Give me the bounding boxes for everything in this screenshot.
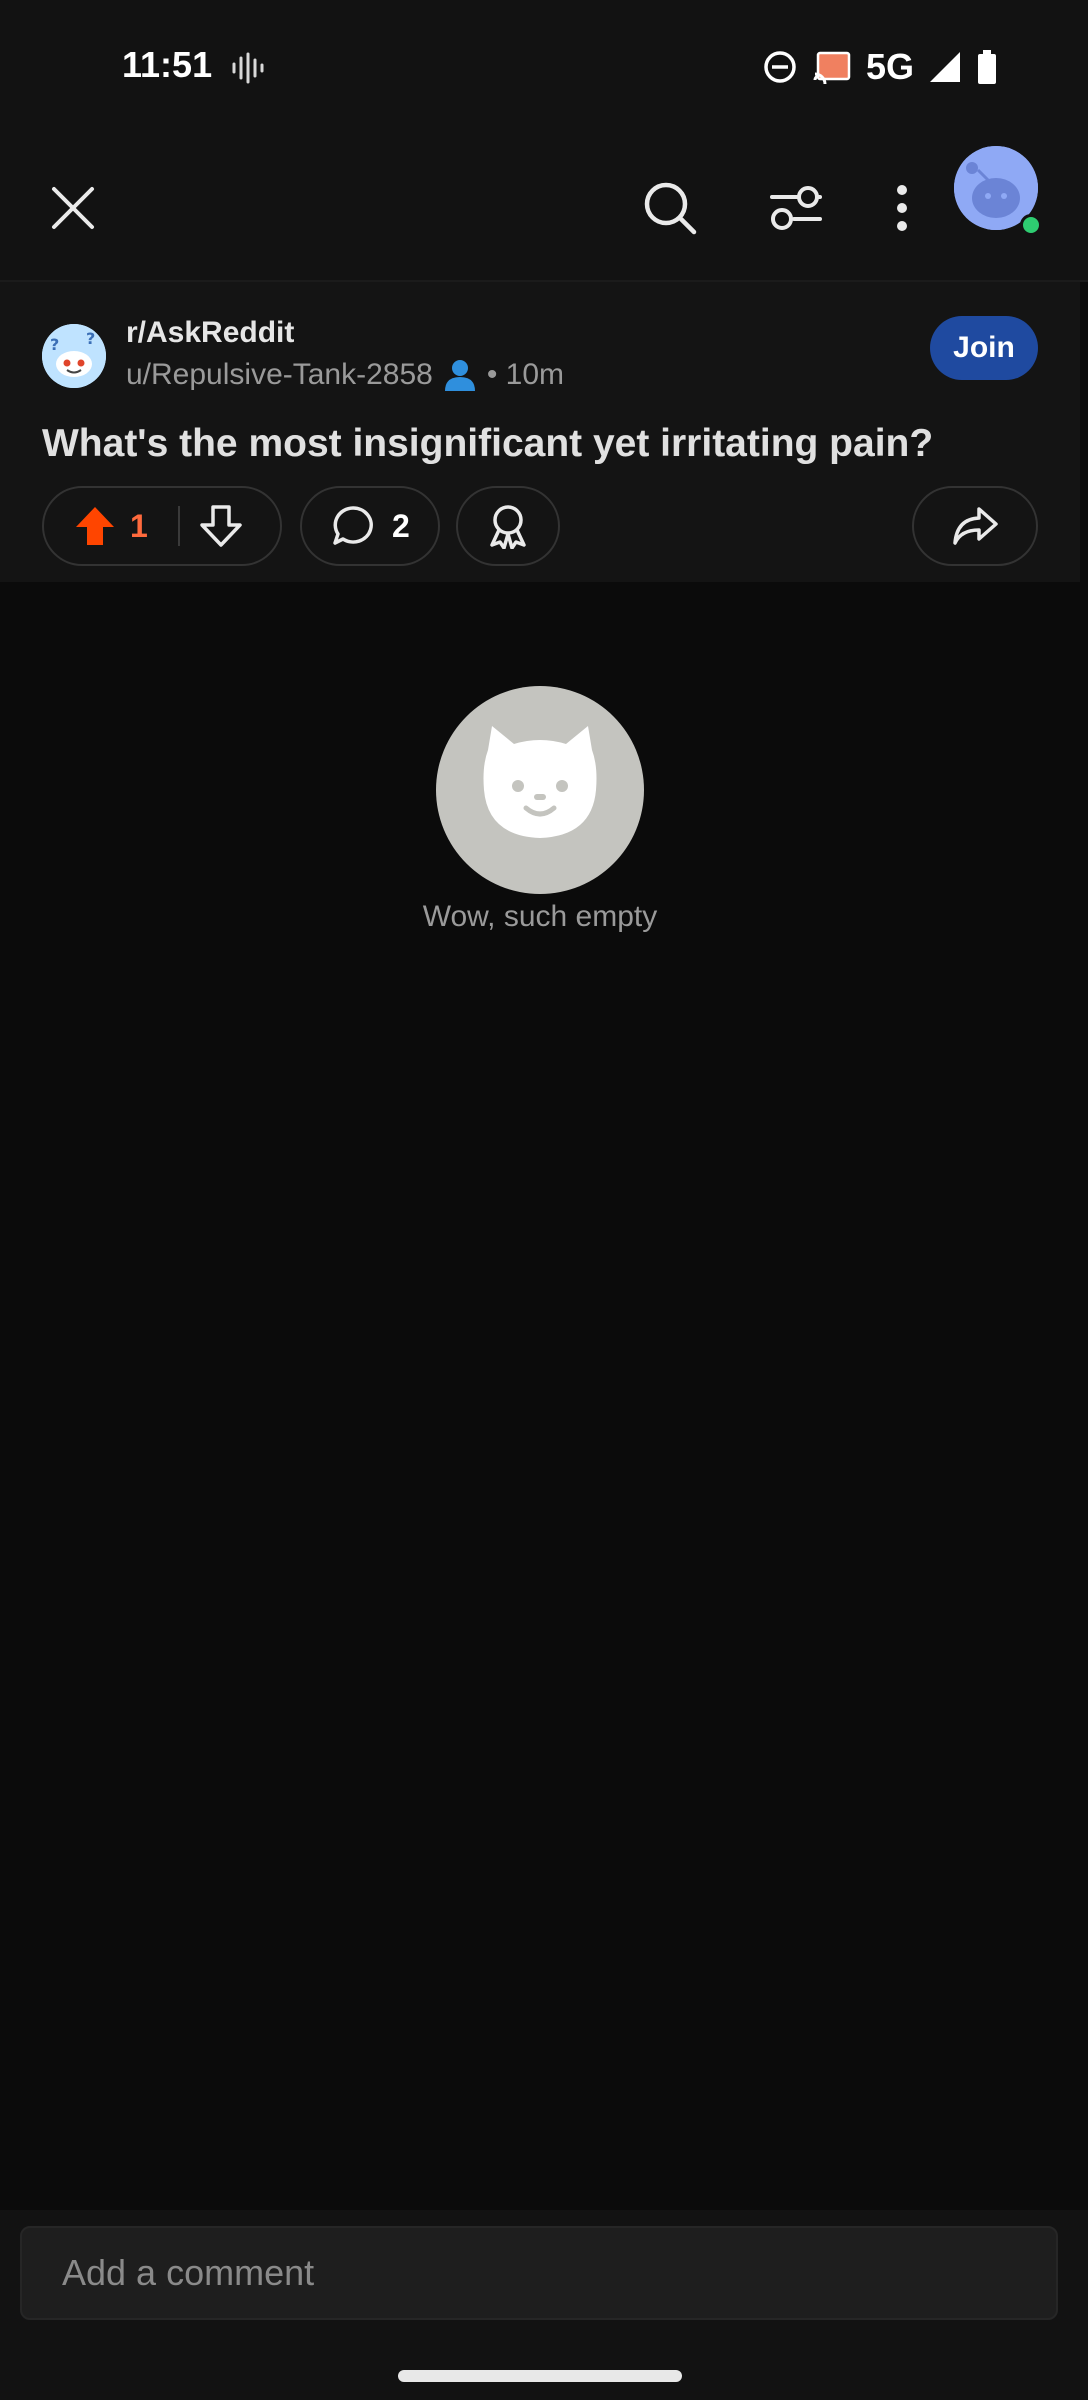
comments-button[interactable]: 2: [300, 486, 440, 566]
post-meta: u/Repulsive-Tank-2858 • 10m: [126, 358, 564, 392]
search-icon: [644, 182, 697, 235]
comment-composer-bar: [0, 2210, 1088, 2400]
post-detail-screen: 11:51 5G ? ? r/AskReddit u/Repulsive-Tan…: [0, 0, 1088, 2400]
status-bar: 11:51 5G: [0, 0, 1088, 130]
home-indicator[interactable]: [398, 2370, 682, 2382]
award-button[interactable]: [456, 486, 560, 566]
empty-comments-state: Wow, such empty: [0, 686, 1080, 946]
audio-wave-icon: [232, 52, 264, 84]
signal-icon: [930, 52, 960, 82]
post-author[interactable]: u/Repulsive-Tank-2858: [126, 358, 433, 392]
post-card: ? ? r/AskReddit u/Repulsive-Tank-2858 • …: [0, 282, 1080, 582]
askreddit-snoo-icon: ? ?: [42, 324, 106, 388]
upvote-count: 1: [130, 507, 148, 544]
user-avatar[interactable]: [954, 146, 1042, 236]
online-status-dot: [1020, 214, 1042, 236]
post-age: • 10m: [486, 358, 565, 391]
filter-sliders-icon: [770, 186, 822, 230]
add-comment-input[interactable]: [20, 2226, 1058, 2320]
join-button[interactable]: Join: [930, 316, 1038, 380]
more-options-button[interactable]: [880, 170, 924, 246]
svg-text:?: ?: [86, 329, 95, 348]
cat-face-icon: [483, 726, 597, 838]
subreddit-name[interactable]: r/AskReddit: [126, 316, 294, 350]
award-ribbon-icon: [490, 505, 526, 549]
share-arrow-icon: [953, 507, 998, 545]
empty-state-text: Wow, such empty: [422, 900, 658, 933]
comment-bubble-icon: [333, 506, 373, 545]
battery-icon: [978, 50, 996, 84]
post-actions-bar: 1 2: [42, 486, 1042, 570]
share-button[interactable]: [912, 486, 1038, 566]
svg-text:?: ?: [50, 335, 59, 354]
app-header: [0, 130, 1088, 282]
downvote-arrow-icon[interactable]: [200, 505, 242, 547]
status-icons: 5G: [762, 42, 998, 92]
post-title: What's the most insignificant yet irrita…: [42, 422, 934, 465]
filter-button[interactable]: [758, 170, 834, 246]
close-icon: [52, 187, 94, 229]
cast-icon: [813, 51, 851, 84]
empty-state-illustration: [436, 686, 644, 894]
comment-count: 2: [392, 507, 410, 544]
network-label: 5G: [865, 46, 914, 87]
subreddit-avatar[interactable]: ? ?: [42, 324, 106, 388]
vote-pill: 1: [42, 486, 282, 566]
user-person-icon: [444, 360, 475, 391]
do-not-disturb-icon: [764, 51, 796, 83]
close-button[interactable]: [40, 175, 106, 241]
upvote-arrow-icon[interactable]: [74, 505, 116, 547]
vote-divider: [177, 506, 180, 546]
search-button[interactable]: [632, 170, 708, 246]
more-vertical-icon: [897, 185, 907, 231]
status-time: 11:51: [122, 44, 213, 85]
